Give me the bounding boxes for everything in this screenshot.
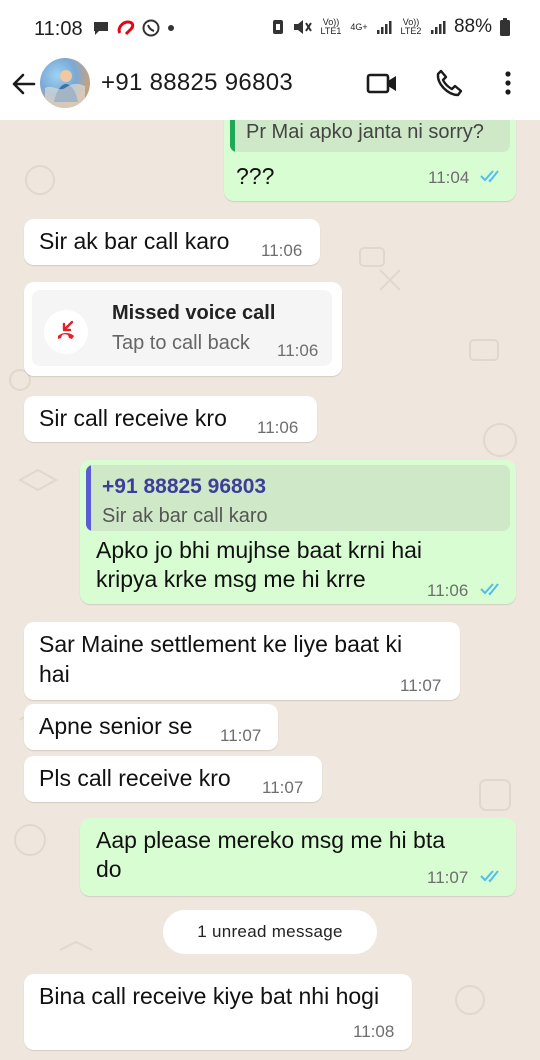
chat-area[interactable]: Pr Mai apko janta ni sorry? ??? 11:04 Si… [0,120,540,1060]
missed-call-title: Missed voice call [112,302,276,324]
message-time: 11:06 [257,418,299,437]
read-ticks-icon [480,170,499,183]
message-incoming-4[interactable]: Apne senior se 11:07 [24,704,278,750]
quoted-text: Pr Mai apko janta ni sorry? [246,121,484,143]
quoted-message[interactable]: Pr Mai apko janta ni sorry? [230,120,510,152]
message-text: Pls call receive kro [39,765,231,791]
message-time: 11:07 [427,868,469,887]
quoted-text: Sir ak bar call karo [102,505,268,527]
missed-call-message[interactable]: Missed voice call Tap to call back 11:06 [24,282,342,376]
message-outgoing-3[interactable]: Aap please mereko msg me hi bta do 11:07 [80,818,516,896]
message-time: 11:07 [220,726,262,745]
signal-icon [376,21,392,34]
voice-call-icon[interactable] [434,68,464,98]
message-incoming-3[interactable]: Sar Maine settlement ke liye baat ki hai… [24,622,460,700]
chat-bubble-icon [94,22,108,35]
airtel-logo-icon [117,20,135,36]
message-incoming-1[interactable]: Sir ak bar call karo 11:06 [24,219,320,265]
message-time: 11:06 [427,581,469,600]
missed-call-icon [58,320,74,339]
message-text: Sir ak bar call karo [39,228,230,254]
status-bar: 11:08 Vo)) LTE1 4G+ Vo)) LTE2 88% [0,0,540,56]
quoted-sender: +91 88825 96803 [102,475,267,498]
message-time: 11:07 [400,676,442,695]
volte2-label: Vo)) LTE2 [400,17,422,36]
back-arrow-icon[interactable] [10,70,38,98]
data-saver-icon [272,20,283,34]
system-icons: Vo)) LTE1 4G+ Vo)) LTE2 88% [272,16,510,38]
notification-icons [92,19,176,37]
battery-percent: 88% [453,16,492,37]
chat-header: +91 88825 96803 [0,56,540,120]
read-ticks-icon [480,583,499,596]
message-text-line1: Aap please mereko msg me hi bta [96,827,446,853]
message-time: 11:07 [262,778,304,797]
contact-name[interactable]: +91 88825 96803 [101,69,293,97]
message-incoming-6[interactable]: Bina call receive kiye bat nhi hogi 11:0… [24,974,412,1050]
quote-bar [86,465,91,531]
message-outgoing-2[interactable]: +91 88825 96803 Sir ak bar call karo Apk… [80,460,516,604]
mute-icon [293,20,312,34]
battery-icon [500,18,510,36]
quoted-message[interactable]: +91 88825 96803 Sir ak bar call karo [86,465,510,531]
volte1-label: Vo)) LTE1 [320,17,342,36]
whatsapp-icon [142,19,160,37]
message-text-line2: hai [39,661,70,687]
missed-call-icon-wrap [44,310,88,354]
more-options-icon[interactable] [500,68,516,98]
message-time: 11:08 [353,1022,395,1041]
dot-icon [168,25,174,31]
quote-bar [230,120,235,152]
message-incoming-5[interactable]: Pls call receive kro 11:07 [24,756,322,802]
message-text: Sir call receive kro [39,405,227,431]
network-type: 4G+ [350,21,368,32]
message-text: Apne senior se [39,713,193,739]
status-time: 11:08 [34,18,83,40]
message-time: 11:06 [261,241,303,260]
message-text-line2: kripya krke msg me hi krre [96,566,366,592]
avatar-photo-icon [45,70,85,108]
message-time: 11:06 [277,341,319,360]
message-outgoing-1[interactable]: Pr Mai apko janta ni sorry? ??? 11:04 [224,120,516,201]
message-text: ??? [236,163,275,189]
message-incoming-2[interactable]: Sir call receive kro 11:06 [24,396,317,442]
avatar[interactable] [40,58,90,108]
tap-to-call-back[interactable]: Tap to call back [112,332,250,355]
message-text: Bina call receive kiye bat nhi hogi [39,983,380,1009]
signal-icon-2 [430,21,446,34]
message-text-line1: Sar Maine settlement ke liye baat ki [39,631,403,657]
message-text-line2: do [96,856,122,882]
message-text-line1: Apko jo bhi mujhse baat krni hai [96,537,423,563]
message-time: 11:04 [428,168,470,187]
unread-messages-divider: 1 unread message [163,910,377,954]
read-ticks-icon [480,870,499,883]
video-call-icon[interactable] [366,68,398,98]
